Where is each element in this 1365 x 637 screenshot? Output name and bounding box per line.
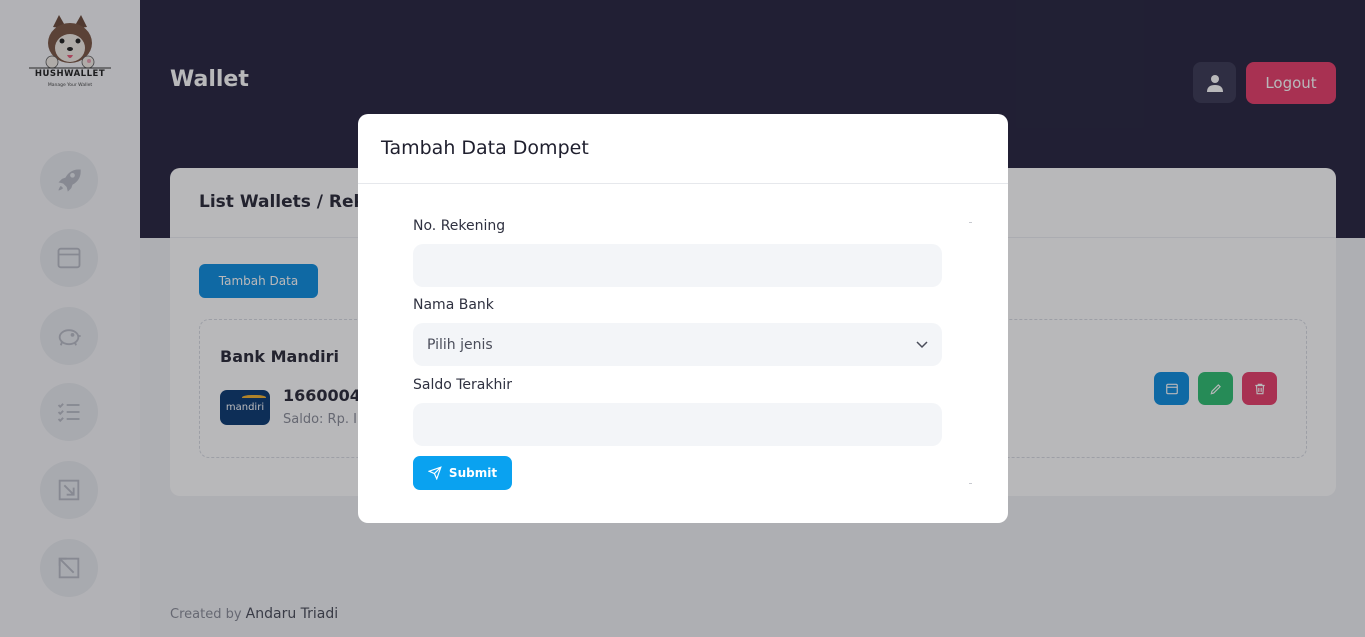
- divider: [358, 183, 1008, 184]
- saldo-label: Saldo Terakhir: [413, 377, 513, 393]
- modal-title: Tambah Data Dompet: [381, 137, 589, 159]
- submit-button[interactable]: Submit: [413, 456, 512, 490]
- chevron-down-icon: [916, 340, 928, 348]
- scroll-indicator-bottom: [969, 483, 972, 484]
- rekening-input[interactable]: [413, 244, 942, 287]
- bank-label: Nama Bank: [413, 297, 494, 313]
- rekening-label: No. Rekening: [413, 218, 506, 234]
- bank-select-value: Pilih jenis: [427, 336, 493, 353]
- saldo-input[interactable]: [413, 403, 942, 446]
- submit-label: Submit: [448, 466, 498, 480]
- send-icon: [427, 466, 442, 480]
- bank-select[interactable]: Pilih jenis: [413, 323, 942, 366]
- scroll-indicator-top: [969, 222, 972, 223]
- add-wallet-modal: Tambah Data Dompet No. Rekening Nama Ban…: [358, 114, 1008, 523]
